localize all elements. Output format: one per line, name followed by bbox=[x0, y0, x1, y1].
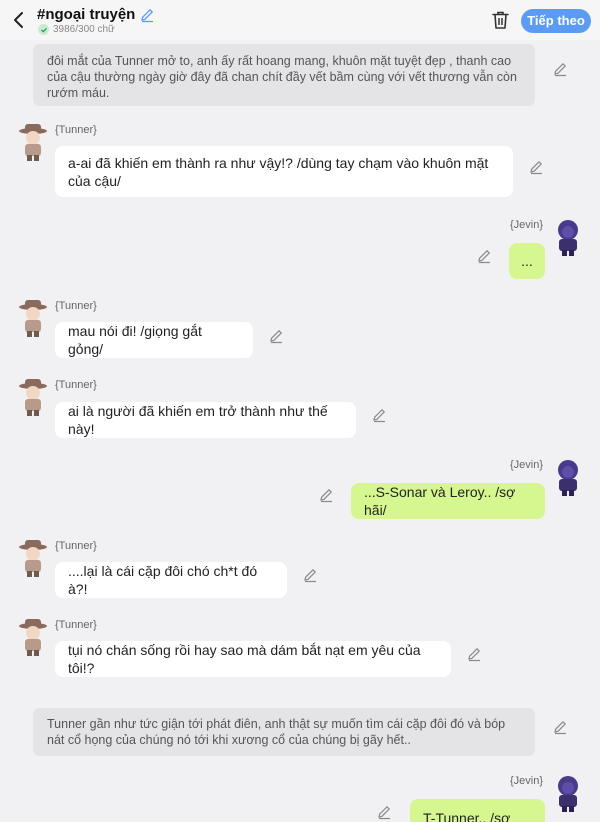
edit-icon[interactable] bbox=[476, 248, 492, 264]
top-bar: #ngoại truyện 3986/300 chữ Tiếp theo bbox=[0, 0, 600, 40]
avatar bbox=[558, 776, 578, 812]
message-bubble[interactable]: ... bbox=[509, 243, 545, 279]
message-bubble[interactable]: ai là người đã khiến em trở thành như th… bbox=[55, 402, 356, 438]
speaker-name: {Tunner} bbox=[55, 379, 97, 391]
message-bubble[interactable]: a-ai đã khiến em thành ra như vậy!? /dùn… bbox=[55, 146, 513, 197]
speaker-name: {Tunner} bbox=[55, 124, 97, 136]
check-icon bbox=[38, 24, 49, 35]
edit-icon[interactable] bbox=[302, 567, 318, 583]
word-count-row: 3986/300 chữ bbox=[38, 24, 115, 35]
speaker-name: {Tunner} bbox=[55, 540, 97, 552]
narration-block[interactable]: Tunner gần như tức giận tới phát điên, a… bbox=[33, 708, 535, 756]
back-arrow-icon[interactable] bbox=[10, 10, 28, 30]
avatar bbox=[19, 124, 47, 161]
edit-icon[interactable] bbox=[268, 328, 284, 344]
avatar bbox=[19, 300, 47, 337]
avatar bbox=[558, 220, 578, 256]
story-title: #ngoại truyện bbox=[37, 6, 155, 23]
avatar bbox=[558, 460, 578, 496]
edit-icon[interactable] bbox=[318, 487, 334, 503]
word-count: 3986/300 chữ bbox=[53, 24, 115, 35]
message-bubble[interactable]: mau nói đi! /giọng gắt gỏng/ bbox=[55, 322, 253, 358]
speaker-name: {Jevin} bbox=[510, 459, 544, 471]
message-bubble[interactable]: ...S-Sonar và Leroy.. /sợ hãi/ bbox=[351, 483, 545, 519]
edit-icon[interactable] bbox=[371, 407, 387, 423]
avatar bbox=[19, 619, 47, 656]
edit-icon[interactable] bbox=[528, 159, 544, 175]
speaker-name: {Tunner} bbox=[55, 619, 97, 631]
edit-icon[interactable] bbox=[552, 719, 568, 735]
story-title-text: #ngoại truyện bbox=[37, 6, 136, 23]
message-bubble[interactable]: ....lại là cái cặp đôi chó ch*t đó à?! bbox=[55, 562, 287, 598]
message-bubble[interactable]: T-Tunner.. /sợ hãi/ bbox=[410, 799, 545, 822]
trash-icon[interactable] bbox=[491, 10, 510, 30]
avatar bbox=[19, 379, 47, 416]
message-bubble[interactable]: tụi nó chán sống rồi hay sao mà dám bắt … bbox=[55, 641, 451, 677]
edit-icon[interactable] bbox=[376, 804, 392, 820]
edit-title-icon[interactable] bbox=[139, 7, 155, 23]
speaker-name: {Jevin} bbox=[510, 775, 544, 787]
avatar bbox=[19, 540, 47, 577]
next-button[interactable]: Tiếp theo bbox=[521, 9, 591, 33]
edit-icon[interactable] bbox=[552, 61, 568, 77]
speaker-name: {Tunner} bbox=[55, 300, 97, 312]
edit-icon[interactable] bbox=[466, 646, 482, 662]
narration-block[interactable]: đôi mắt của Tunner mở to, anh ấy rất hoa… bbox=[33, 44, 535, 106]
speaker-name: {Jevin} bbox=[510, 219, 544, 231]
